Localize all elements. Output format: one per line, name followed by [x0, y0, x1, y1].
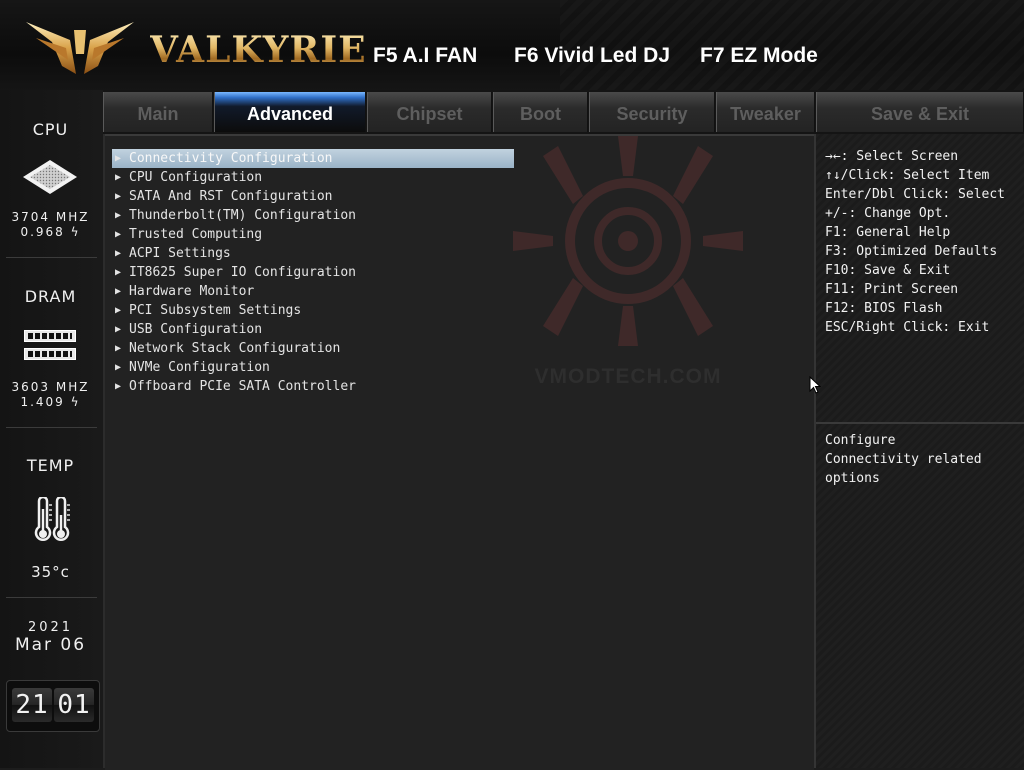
cpu-voltage: 0.968 ϟ	[20, 225, 81, 239]
submenu-arrow-icon: ▶	[115, 248, 122, 259]
description-line: Connectivity related	[825, 452, 982, 467]
tab-security[interactable]: Security	[589, 92, 715, 132]
menu-item-label: ACPI Settings	[129, 246, 231, 261]
submenu-arrow-icon: ▶	[115, 381, 122, 392]
menu-item-label: Offboard PCIe SATA Controller	[129, 379, 356, 394]
mouse-cursor-icon	[809, 376, 821, 394]
menu-list: ▶ Connectivity Configuration ▶ CPU Configur…	[112, 149, 514, 396]
menu-item[interactable]: ▶ SATA And RST Configuration	[112, 187, 514, 206]
menu-item[interactable]: ▶ IT8625 Super IO Configuration	[112, 263, 514, 282]
help-key-line: ↑↓/Click: Select Item	[825, 168, 990, 183]
submenu-arrow-icon: ▶	[115, 362, 122, 373]
help-key-line: F11: Print Screen	[825, 282, 959, 297]
submenu-arrow-icon: ▶	[115, 153, 122, 164]
menu-item[interactable]: ▶ Trusted Computing	[112, 225, 514, 244]
menu-item-label: CPU Configuration	[129, 170, 263, 185]
help-key-line: +/-: Change Opt.	[825, 206, 951, 221]
tab-chipset[interactable]: Chipset	[367, 92, 492, 132]
help-key-line: Enter/Dbl Click: Select	[825, 187, 1006, 202]
flip-clock: 21 01	[6, 680, 100, 732]
separator	[6, 427, 97, 428]
date-year: 2021	[27, 620, 74, 635]
dram-title: DRAM	[24, 287, 77, 306]
submenu-arrow-icon: ▶	[115, 267, 122, 278]
advanced-menu-area: VMODTECH.COM ▶ Connectivity Configuration…	[105, 134, 814, 770]
menu-item[interactable]: ▶ Offboard PCIe SATA Controller	[112, 377, 514, 396]
cpu-frequency: 3704 MHZ	[11, 210, 90, 224]
separator	[816, 422, 1024, 424]
menu-item-label: USB Configuration	[129, 322, 263, 337]
cpu-title: CPU	[32, 120, 69, 139]
submenu-arrow-icon: ▶	[115, 286, 122, 297]
dram-voltage: 1.409 ϟ	[20, 395, 81, 409]
thermometer-icon	[34, 497, 70, 541]
tab-bar: Main Advanced Chipset Boot Security Twea…	[103, 90, 1024, 134]
menu-item[interactable]: ▶ NVMe Configuration	[112, 358, 514, 377]
tab-advanced[interactable]: Advanced	[214, 92, 366, 132]
help-key-line: F10: Save & Exit	[825, 263, 951, 278]
help-key-line: ESC/Right Click: Exit	[825, 320, 990, 335]
separator	[6, 257, 97, 258]
menu-item[interactable]: ▶ Connectivity Configuration	[112, 149, 514, 168]
ram-module-icon	[24, 348, 76, 360]
clock-hours: 21	[12, 688, 52, 722]
menu-item-label: SATA And RST Configuration	[129, 189, 333, 204]
menu-item-label: NVMe Configuration	[129, 360, 270, 375]
submenu-arrow-icon: ▶	[115, 172, 122, 183]
tab-main[interactable]: Main	[103, 92, 213, 132]
menu-item-label: Network Stack Configuration	[129, 341, 341, 356]
menu-item-label: PCI Subsystem Settings	[129, 303, 302, 318]
menu-item[interactable]: ▶ CPU Configuration	[112, 168, 514, 187]
help-key-line: F3: Optimized Defaults	[825, 244, 998, 259]
cpu-chip-icon	[23, 160, 77, 194]
temperature-value: 35°c	[31, 563, 70, 581]
system-status-panel: CPU 3704 MHZ 0.968 ϟ DRAM 3603 MHZ 1.409…	[0, 90, 105, 768]
menu-item[interactable]: ▶ ACPI Settings	[112, 244, 514, 263]
temp-title: TEMP	[26, 456, 75, 475]
menu-item[interactable]: ▶ PCI Subsystem Settings	[112, 301, 514, 320]
help-key-line: F12: BIOS Flash	[825, 301, 943, 316]
menu-item[interactable]: ▶ USB Configuration	[112, 320, 514, 339]
tab-boot[interactable]: Boot	[493, 92, 588, 132]
vmodtech-watermark-logo	[513, 136, 743, 346]
valkyrie-wings-logo	[26, 22, 134, 74]
submenu-arrow-icon: ▶	[115, 343, 122, 354]
description-line: Configure	[825, 433, 896, 448]
dram-frequency: 3603 MHZ	[11, 380, 90, 394]
submenu-arrow-icon: ▶	[115, 191, 122, 202]
submenu-arrow-icon: ▶	[115, 229, 122, 240]
item-description: Configure Connectivity related options	[825, 431, 1023, 488]
ez-mode-button[interactable]: F7 EZ Mode	[700, 43, 818, 69]
menu-item-label: IT8625 Super IO Configuration	[129, 265, 356, 280]
clock-minutes: 01	[54, 688, 94, 722]
menu-item[interactable]: ▶ Network Stack Configuration	[112, 339, 514, 358]
help-panel: →←: Select Screen ↑↓/Click: Select Item En…	[814, 134, 1024, 768]
help-key-line: F1: General Help	[825, 225, 951, 240]
menu-item[interactable]: ▶ Hardware Monitor	[112, 282, 514, 301]
submenu-arrow-icon: ▶	[115, 305, 122, 316]
vivid-led-dj-button[interactable]: F6 Vivid Led DJ	[514, 43, 670, 69]
ai-fan-button[interactable]: F5 A.I FAN	[373, 43, 477, 69]
top-header: VALKYRIE F5 A.I FAN F6 Vivid Led DJ F7 E…	[0, 0, 1024, 90]
description-line: options	[825, 471, 880, 486]
watermark-text: VMODTECH.COM	[534, 365, 722, 388]
tab-save-exit[interactable]: Save & Exit	[816, 92, 1024, 132]
menu-item-label: Connectivity Configuration	[129, 151, 333, 166]
submenu-arrow-icon: ▶	[115, 210, 122, 221]
submenu-arrow-icon: ▶	[115, 324, 122, 335]
date-month-day: Mar 06	[14, 635, 87, 655]
separator	[6, 597, 97, 598]
key-help-list: →←: Select Screen ↑↓/Click: Select Item En…	[825, 147, 1023, 337]
tab-tweaker[interactable]: Tweaker	[716, 92, 815, 132]
menu-item[interactable]: ▶ Thunderbolt(TM) Configuration	[112, 206, 514, 225]
menu-item-label: Hardware Monitor	[129, 284, 255, 299]
help-key-line: →←: Select Screen	[825, 149, 959, 164]
brand-logo-text: VALKYRIE	[150, 29, 367, 71]
ram-module-icon	[24, 330, 76, 342]
menu-item-label: Trusted Computing	[129, 227, 263, 242]
menu-item-label: Thunderbolt(TM) Configuration	[129, 208, 356, 223]
